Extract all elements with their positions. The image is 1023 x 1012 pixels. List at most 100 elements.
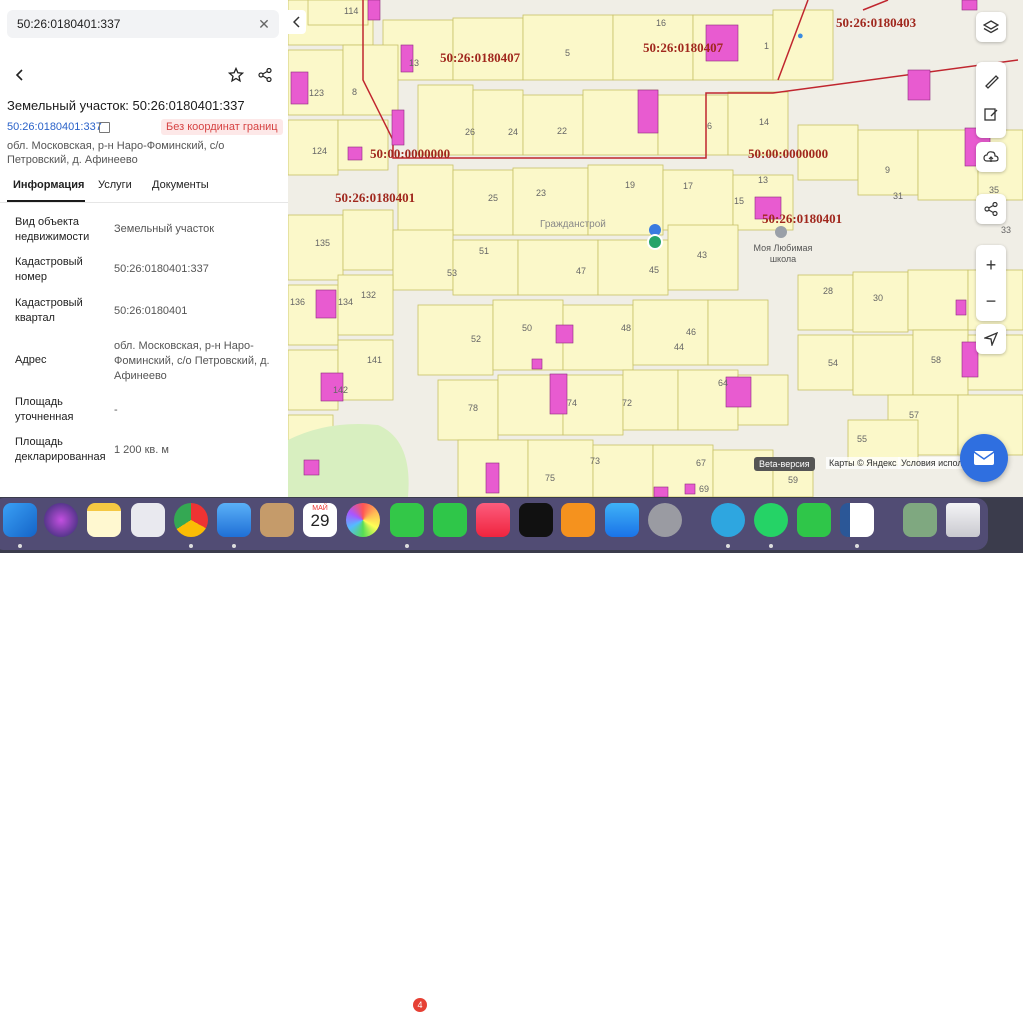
messages-icon[interactable] [390,503,424,537]
upload-button[interactable] [976,142,1006,172]
contacts-icon[interactable] [260,503,294,537]
navigation-arrow-icon [984,332,998,346]
tab-documents[interactable]: Документы [152,179,209,191]
row-key: Площадь декларированная [15,436,106,463]
parcel-number: 23 [536,188,547,198]
chevron-left-icon [293,16,300,28]
status-badge: Без координат границ [161,119,283,135]
row-value: 50:26:0180401:337 [114,263,209,275]
layers-icon [983,20,999,34]
parcel-number: 55 [857,434,868,444]
parcel-number: 16 [656,18,667,28]
running-indicator [769,544,773,548]
preview-thumbnail-icon[interactable] [903,503,937,537]
parcel-number: 75 [545,473,556,483]
trash-icon[interactable] [946,503,980,537]
parcel-number: 33 [1001,225,1012,235]
parcel-number: 48 [621,323,632,333]
parcel-number: 19 [625,180,636,190]
parcel-number: 67 [696,458,707,468]
music-icon[interactable] [476,503,510,537]
finder-icon[interactable] [3,503,37,537]
row-value: обл. Московская, р-н Наро-Фоминский, с/о… [114,340,270,382]
layers-button[interactable] [976,12,1006,42]
parcel-number: 28 [823,286,834,296]
parcel-number: 114 [344,6,359,16]
running-indicator [855,544,859,548]
parcel-number: 73 [590,456,601,466]
facetime-2-icon[interactable] [797,503,831,537]
parcel-number: 30 [873,293,884,303]
mail-app-icon[interactable] [217,503,251,537]
copy-icon[interactable] [99,122,110,133]
tab-services[interactable]: Услуги [98,179,132,191]
parcel-number: 51 [479,246,490,256]
collapse-panel-button[interactable] [288,10,306,34]
parcel-number: 17 [683,181,694,191]
parcel-number: 13 [409,58,420,68]
search-bar[interactable]: 50:26:0180401:337 ✕ [7,10,279,38]
clear-search-icon[interactable]: ✕ [255,15,273,33]
system-settings-icon[interactable] [648,503,682,537]
yandex-attribution[interactable]: Карты © Яндекс [826,457,900,469]
telegram-icon[interactable] [711,503,745,537]
calendar-icon[interactable]: МАЙ 29 [303,503,337,537]
parcel-number: 6 [707,121,713,131]
terms-link[interactable]: Условия испол [898,457,966,469]
cadastral-number-link[interactable]: 50:26:0180401:337 [7,121,102,133]
parcel-number: 44 [674,342,685,352]
siri-icon[interactable] [44,503,78,537]
running-indicator [405,544,409,548]
object-address: обл. Московская, р-н Наро-Фоминский, с/о… [7,140,225,166]
back-icon[interactable] [10,65,30,85]
info-panel: 50:26:0180401:337 ✕ Земельный участок: 5… [0,0,288,497]
parcel-number: 124 [312,146,328,156]
facetime-icon[interactable] [433,503,467,537]
macos-dock-area: МАЙ 29 4 [0,497,1023,1012]
active-tab-indicator [7,200,85,202]
parcel-number: 46 [686,327,697,337]
edit-icon[interactable] [983,106,999,127]
parcel-number: 135 [315,238,331,248]
zoom-controls: + − [976,245,1006,321]
ruler-icon[interactable] [983,73,999,94]
search-input[interactable]: 50:26:0180401:337 [17,17,120,31]
row-key: Кадастровый номер [15,256,83,283]
parcel-number: 58 [931,355,942,365]
parcel-number: 15 [734,196,745,206]
whatsapp-icon[interactable] [754,503,788,537]
tab-information[interactable]: Информация [13,179,84,191]
feedback-mail-button[interactable] [960,434,1008,482]
row-key: Площадь уточненная [15,396,74,423]
running-indicator [726,544,730,548]
table-row: Площадь декларированная 1 200 кв. м [8,435,280,471]
my-location-button[interactable] [976,324,1006,354]
draw-tools-group [976,62,1006,138]
row-key: Вид объекта недвижимости [15,216,90,243]
photos-icon[interactable] [346,503,380,537]
mail-icon [973,451,995,465]
chrome-icon[interactable] [174,503,208,537]
cadastral-map[interactable]: 50:26:0180407 50:26:0180407 50:26:018040… [288,0,1023,497]
running-indicator [18,544,22,548]
messages-badge: 4 [413,998,427,1012]
parcel-number: 78 [468,403,479,413]
parcel-number: 123 [309,88,325,98]
notes-icon[interactable] [87,503,121,537]
word-icon[interactable] [840,503,874,537]
app-store-icon[interactable] [605,503,639,537]
books-icon[interactable] [561,503,595,537]
row-value: 1 200 кв. м [114,444,169,456]
panel-toolbar [0,60,288,90]
favorite-star-icon[interactable] [226,65,246,85]
launchpad-icon[interactable] [131,503,165,537]
parcel-number: 5 [565,48,571,58]
map-share-button[interactable] [976,194,1006,224]
share-icon[interactable] [255,65,275,85]
zoom-out-icon[interactable]: − [986,291,997,311]
parcel-numbers: 114 16 13 5 1 123 8 124 26 24 22 6 14 25… [288,0,1023,497]
parcel-number: 141 [367,355,383,365]
parcel-number: 72 [622,398,633,408]
zoom-in-icon[interactable]: + [986,255,997,275]
apple-tv-icon[interactable] [519,503,553,537]
